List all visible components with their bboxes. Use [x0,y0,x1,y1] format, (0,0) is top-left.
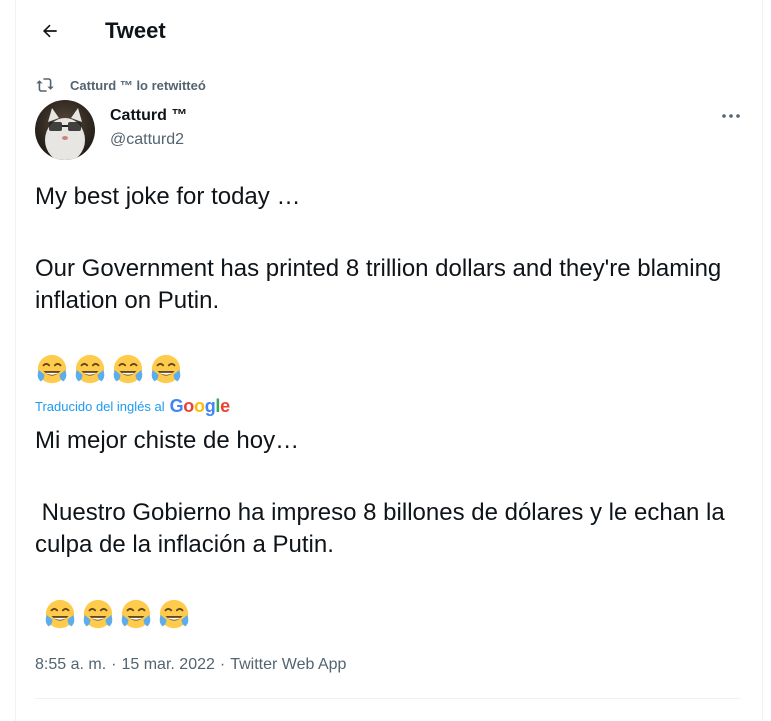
retweet-icon [36,78,54,92]
emoji-row-original [35,353,183,387]
back-button[interactable] [33,14,67,48]
face-with-tears-of-joy-icon [83,599,113,629]
arrow-left-icon [42,24,57,38]
page-title: Tweet [105,18,166,43]
tweet-source-app[interactable]: Twitter Web App [230,656,346,674]
face-with-tears-of-joy-icon [159,599,189,629]
tweet-text-line1: My best joke for today … [35,183,301,210]
tweet-date[interactable]: 15 mar. 2022 [121,656,214,674]
tweet-text-line2: Our Government has printed 8 trillion do… [35,255,728,314]
google-logo: Google [169,395,231,416]
translated-text-line1: Mi mejor chiste de hoy… [35,427,300,454]
translated-label: Traducido del inglés al [35,398,165,414]
author-handle[interactable]: @catturd2 [110,131,184,149]
translated-text-line2: Nuestro Gobierno ha impreso 8 billones d… [35,499,732,558]
page-header: Tweet [15,0,763,64]
face-with-tears-of-joy-icon [45,599,75,629]
face-with-tears-of-joy-icon [151,354,181,384]
tweet-time[interactable]: 8:55 a. m. [35,656,106,674]
translation-attribution[interactable]: Traducido del inglés al Google [35,396,230,416]
face-with-tears-of-joy-icon [121,599,151,629]
separator: · [111,656,117,673]
divider [35,698,740,699]
author-name[interactable]: Catturd ™ [110,107,187,125]
avatar[interactable] [35,100,95,160]
separator: · [219,656,226,673]
retweet-label: Catturd ™ lo retwitteó [70,77,206,93]
emoji-row-translated [43,598,191,632]
face-with-tears-of-joy-icon [75,354,105,384]
tweet-metadata: 8:55 a. m. · 15 mar. 2022 · Twitter Web … [35,656,346,674]
retweet-context[interactable]: Catturd ™ lo retwitteó [35,76,206,94]
more-icon [722,114,740,118]
face-with-tears-of-joy-icon [37,354,67,384]
face-with-tears-of-joy-icon [113,354,143,384]
more-options-button[interactable] [717,104,745,128]
